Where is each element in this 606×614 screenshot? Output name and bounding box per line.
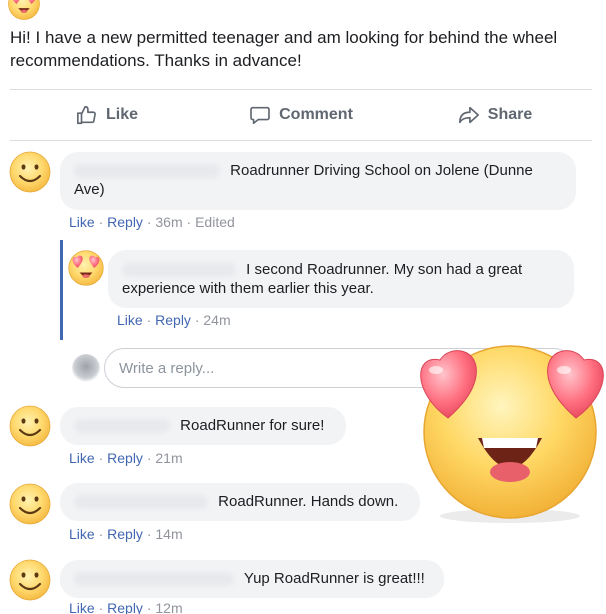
post-text: Hi! I have a new permitted teenager and …: [10, 28, 558, 70]
comment-like-link[interactable]: Like: [69, 600, 95, 614]
comment-text: RoadRunner. Hands down.: [218, 493, 399, 510]
comment-reply-link[interactable]: Reply: [107, 450, 143, 466]
share-button[interactable]: Share: [398, 92, 592, 138]
heart-eyes-emoji-icon: [420, 345, 604, 523]
comment-timestamp: 21m: [155, 450, 183, 466]
comment-meta: Like · Reply · 21m: [69, 450, 183, 466]
comment-reply-link[interactable]: Reply: [155, 312, 191, 328]
comment-reply-link[interactable]: Reply: [107, 526, 143, 542]
blurred-commenter-name: [74, 572, 234, 587]
heart-eyes-emoji-icon: [6, 0, 42, 22]
comment-reply-link[interactable]: Reply: [107, 214, 143, 230]
comment-bubble: Roadrunner Driving School on Jolene (Dun…: [60, 152, 576, 210]
comment-thread: Hi! I have a new permitted teenager and …: [0, 0, 606, 614]
comment-meta: Like · Reply · 36m · Edited: [69, 214, 235, 230]
like-button-label: Like: [105, 106, 138, 123]
blurred-commenter-name: [122, 263, 236, 278]
comment-like-link[interactable]: Like: [69, 214, 95, 230]
share-arrow-icon: [458, 106, 479, 124]
avatar: [72, 354, 100, 382]
comment-timestamp: 24m: [203, 312, 231, 328]
comment-bubble: I second Roadrunner. My son had a great …: [108, 250, 574, 308]
blurred-commenter-name: [74, 164, 220, 179]
edited-label: Edited: [195, 214, 235, 230]
comment-like-link[interactable]: Like: [69, 450, 95, 466]
like-button[interactable]: Like: [10, 92, 204, 138]
comment-timestamp: 36m: [155, 214, 183, 230]
comment-meta: Like · Reply · 12m: [69, 600, 183, 614]
comment-meta: Like · Reply · 14m: [69, 526, 183, 542]
comment-like-link[interactable]: Like: [69, 526, 95, 542]
smiley-emoji-avatar[interactable]: [8, 558, 52, 602]
comment-text: Yup RoadRunner is great!!!: [243, 570, 425, 587]
reply-thread-line: [60, 240, 63, 340]
smiley-emoji-avatar[interactable]: [8, 150, 52, 194]
divider: [10, 89, 592, 90]
comment-like-link[interactable]: Like: [117, 312, 143, 328]
share-button-label: Share: [487, 106, 533, 123]
heart-eyes-emoji-avatar[interactable]: [66, 248, 106, 288]
smiley-emoji-avatar[interactable]: [8, 404, 52, 448]
comment-meta: Like · Reply · 24m: [117, 312, 231, 328]
post-action-bar: Like Comment Share: [10, 92, 592, 138]
thumbs-up-icon: [76, 105, 96, 125]
comment-bubble: Yup RoadRunner is great!!!: [60, 560, 444, 598]
comment-reply-link[interactable]: Reply: [107, 600, 143, 614]
comment-timestamp: 12m: [155, 600, 183, 614]
comment-text: RoadRunner for sure!: [180, 417, 325, 434]
comment-bubble: RoadRunner. Hands down.: [60, 483, 420, 521]
speech-bubble-icon: [250, 106, 270, 125]
comment-button-label: Comment: [279, 106, 353, 123]
comment-bubble: RoadRunner for sure!: [60, 407, 346, 445]
blurred-commenter-name: [74, 419, 170, 434]
comment-timestamp: 14m: [155, 526, 183, 542]
blurred-commenter-name: [74, 495, 208, 510]
comment-button[interactable]: Comment: [204, 92, 398, 138]
divider: [10, 140, 592, 141]
smiley-emoji-avatar[interactable]: [8, 482, 52, 526]
